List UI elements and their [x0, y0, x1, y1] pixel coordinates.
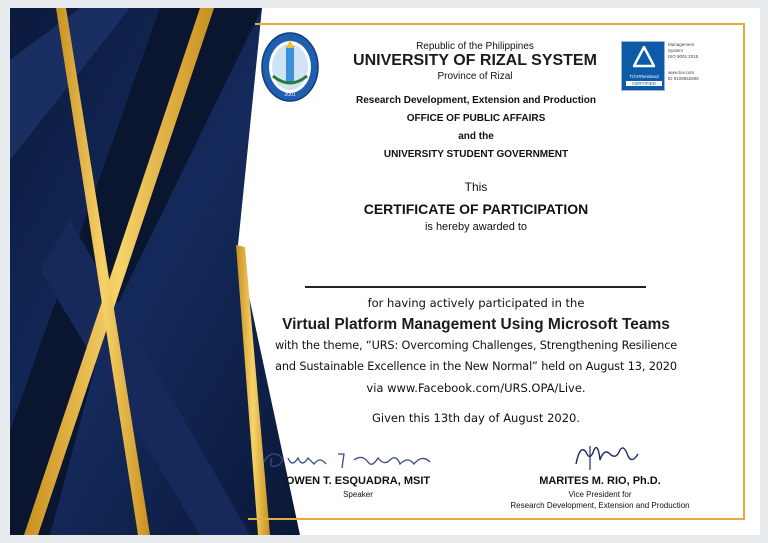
tuv-logo: TÜVRheinland CERTIFIED	[621, 41, 665, 91]
given-line: Given this 13th day of August 2020.	[371, 411, 581, 425]
office-line-4: UNIVERSITY STUDENT GOVERNMENT	[383, 149, 569, 160]
office-line-1: Research Development, Extension and Prod…	[355, 95, 597, 106]
vp-name: MARITES M. RIO, Ph.D.	[539, 475, 661, 487]
certificate-title: CERTIFICATE OF PARTICIPATION	[363, 201, 589, 217]
republic-line: Republic of the Philippines	[416, 41, 534, 52]
province-line: Province of Rizal	[437, 71, 513, 82]
speaker-role: Speaker	[343, 490, 373, 499]
office-line-3: and the	[458, 131, 494, 142]
tuv-side-3: ISO 9001:2015	[668, 54, 699, 59]
vp-role-2: Research Development, Extension and Prod…	[510, 501, 690, 510]
tuv-certification-badge: TÜVRheinland CERTIFIED Management System…	[621, 41, 709, 91]
office-line-2: OFFICE OF PUBLIC AFFAIRS	[406, 113, 546, 124]
vp-signature	[575, 446, 639, 470]
speaker-name: OWEN T. ESQUADRA, MSIT	[285, 475, 431, 487]
awarded-line: is hereby awarded to	[424, 221, 528, 233]
tuv-side-5: ID 9108652606	[668, 76, 699, 81]
speaker-signature	[263, 453, 431, 469]
theme-line-1: with the theme, “URS: Overcoming Challen…	[274, 339, 678, 352]
event-title: Virtual Platform Management Using Micros…	[282, 316, 670, 333]
this-label: This	[464, 180, 488, 194]
tuv-details: Management System ISO 9001:2015 www.tuv.…	[668, 42, 710, 82]
triangle-icon	[633, 46, 655, 68]
university-name: UNIVERSITY OF RIZAL SYSTEM	[353, 52, 597, 69]
certificate: 2001 Republic of the Philippines UNIVERS…	[0, 0, 768, 543]
tuv-certified: CERTIFIED	[626, 81, 662, 86]
theme-line-2: and Sustainable Excellence in the New No…	[275, 360, 677, 373]
tuv-brand: TÜVRheinland	[629, 74, 659, 79]
vp-role-1: Vice President for	[568, 490, 632, 499]
university-seal: 2001	[261, 32, 319, 102]
recipient-name-line	[305, 286, 646, 288]
via-line: via www.Facebook.com/URS.OPA/Live.	[366, 381, 586, 395]
participation-line: for having actively participated in the	[367, 296, 585, 310]
seal-year: 2001	[284, 92, 295, 98]
